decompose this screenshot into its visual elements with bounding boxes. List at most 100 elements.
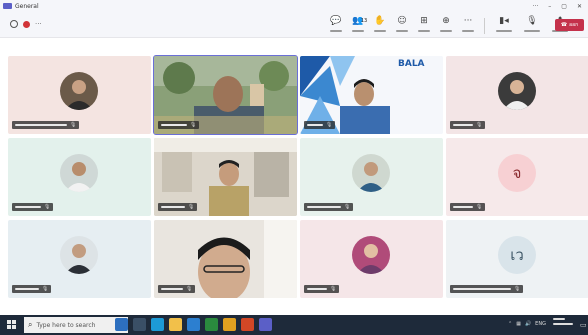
microphone-icon: 🎙 bbox=[330, 285, 337, 292]
brand-logo: BALA bbox=[398, 59, 425, 69]
reactions-icon: ☺ bbox=[397, 16, 407, 26]
participant-tile[interactable]: 🎙 bbox=[154, 138, 297, 216]
participant-name bbox=[161, 288, 183, 290]
edge-icon[interactable] bbox=[151, 318, 164, 331]
participant-name-tag: 🎙 bbox=[450, 285, 524, 293]
participant-name-tag: 🎙 bbox=[158, 203, 198, 211]
participant-name bbox=[15, 288, 39, 290]
task-view-icon[interactable] bbox=[133, 318, 146, 331]
raise-hand-icon: ✋ bbox=[374, 16, 386, 26]
microphone-icon: 🎙 bbox=[42, 285, 49, 292]
reactions-button[interactable]: ☺ bbox=[392, 16, 412, 34]
tool-caption bbox=[418, 30, 430, 32]
system-tray: ⌃ ▦ 🔊 ENG bbox=[508, 321, 546, 327]
microphone-icon: 🎙 bbox=[70, 121, 77, 128]
leave-button[interactable]: ☎ ออก bbox=[555, 19, 584, 31]
windows-start-icon[interactable] bbox=[7, 320, 16, 329]
phone-hangup-icon: ☎ bbox=[560, 22, 568, 28]
store-icon[interactable] bbox=[187, 318, 200, 331]
taskbar-clock[interactable] bbox=[553, 318, 573, 325]
participant-name-tag: 🎙 bbox=[304, 121, 336, 129]
more-actions-button[interactable]: ··· bbox=[458, 16, 478, 34]
participant-avatar bbox=[352, 154, 390, 192]
microphone-icon: 🎙 bbox=[44, 203, 51, 210]
participant-tile[interactable]: 🎙 bbox=[8, 56, 151, 134]
participant-tile[interactable]: 🎙 bbox=[446, 56, 588, 134]
microphone-icon: 🎙 bbox=[188, 203, 195, 210]
participant-name-tag: 🎙 bbox=[12, 121, 80, 129]
camera-button[interactable]: ▮◂ bbox=[491, 16, 517, 34]
search-icon: ⌕ bbox=[28, 320, 33, 329]
participant-tile[interactable]: 🎙 bbox=[153, 55, 298, 135]
file-explorer-icon[interactable] bbox=[169, 318, 182, 331]
chat-icon: 💬 bbox=[330, 16, 342, 26]
participant-initials: จ bbox=[498, 154, 536, 192]
participant-tile[interactable]: จ 🎙 bbox=[446, 138, 588, 216]
tool-caption bbox=[396, 30, 408, 32]
powerpoint-icon[interactable] bbox=[241, 318, 254, 331]
window-title: General bbox=[15, 2, 39, 10]
teams-icon[interactable] bbox=[259, 318, 272, 331]
title-bar: General ··· – ▢ ✕ bbox=[0, 0, 588, 12]
tool-caption bbox=[496, 30, 512, 32]
participant-name bbox=[161, 124, 187, 126]
participant-tile[interactable]: 🎙 bbox=[8, 220, 151, 298]
participant-name-tag: 🎙 bbox=[450, 121, 486, 129]
participant-tile[interactable]: 🎙 bbox=[300, 138, 443, 216]
taskbar-search-input[interactable]: ⌕ Type here to search bbox=[24, 317, 128, 333]
taskbar-apps bbox=[115, 318, 272, 331]
toolbar-actions: 💬👥13✋☺⊞⊕···▮◂🎙⬆ bbox=[326, 16, 575, 34]
participant-name bbox=[307, 288, 327, 290]
windows-taskbar: ⌕ Type here to search ⌃ ▦ 🔊 ENG ▭ bbox=[0, 315, 588, 335]
cortana-icon[interactable] bbox=[115, 318, 128, 331]
tool-caption bbox=[330, 30, 342, 32]
participant-name bbox=[307, 124, 323, 126]
recording-dot-icon bbox=[23, 20, 30, 28]
participant-avatar bbox=[60, 154, 98, 192]
participant-tile[interactable]: 🎙 bbox=[8, 138, 151, 216]
mail-icon[interactable] bbox=[205, 318, 218, 331]
more-actions-icon: ··· bbox=[463, 16, 473, 26]
network-icon[interactable]: ▦ bbox=[516, 321, 521, 327]
tool-caption bbox=[462, 30, 474, 32]
volume-icon[interactable]: 🔊 bbox=[525, 321, 531, 327]
apps-button[interactable]: ⊕ bbox=[436, 16, 456, 34]
participant-name bbox=[15, 124, 67, 126]
participant-avatar bbox=[60, 72, 98, 110]
view-grid-button[interactable]: ⊞ bbox=[414, 16, 434, 34]
close-icon[interactable]: ✕ bbox=[577, 3, 582, 10]
more-options-icon[interactable]: ··· bbox=[533, 3, 539, 10]
participant-name-tag: 🎙 bbox=[304, 285, 340, 293]
teams-logo-icon bbox=[3, 3, 12, 9]
maximize-icon[interactable]: ▢ bbox=[561, 3, 567, 10]
people-button[interactable]: 👥 13 bbox=[348, 16, 368, 34]
chat-button[interactable]: 💬 bbox=[326, 16, 346, 34]
participant-avatar bbox=[352, 236, 390, 274]
notification-icon[interactable]: ▭ bbox=[580, 321, 587, 329]
participant-tile[interactable]: BALA 🎙 bbox=[300, 56, 443, 134]
microphone-icon: 🎙 bbox=[514, 285, 521, 292]
more-dots-icon[interactable]: ··· bbox=[35, 20, 42, 28]
toolbar-divider bbox=[484, 18, 485, 34]
chrome-icon[interactable] bbox=[223, 318, 236, 331]
raise-hand-button[interactable]: ✋ bbox=[370, 16, 390, 34]
participant-tile[interactable]: เว 🎙 bbox=[446, 220, 588, 298]
tool-caption bbox=[440, 30, 452, 32]
language-indicator[interactable]: ENG bbox=[535, 321, 546, 327]
tool-caption bbox=[352, 30, 364, 32]
participant-initials: เว bbox=[498, 236, 536, 274]
participant-name bbox=[15, 206, 41, 208]
recording-indicator-icon bbox=[10, 20, 18, 28]
window-controls: ··· – ▢ ✕ bbox=[533, 3, 582, 10]
chevron-up-icon[interactable]: ⌃ bbox=[508, 321, 512, 327]
participant-tile[interactable]: 🎙 bbox=[154, 220, 297, 298]
participant-name-tag: 🎙 bbox=[450, 203, 486, 211]
participant-grid: 🎙 🎙 BALA 🎙 🎙 🎙 🎙 🎙 จ 🎙 🎙 🎙 🎙 เว 🎙 bbox=[0, 39, 588, 315]
microphone-button[interactable]: 🎙 bbox=[519, 16, 545, 34]
leave-label: ออก bbox=[569, 22, 579, 28]
meeting-toolbar: ··· 💬👥13✋☺⊞⊕···▮◂🎙⬆ ☎ ออก bbox=[0, 12, 588, 38]
participant-tile[interactable]: 🎙 bbox=[300, 220, 443, 298]
minimize-icon[interactable]: – bbox=[548, 3, 551, 10]
tool-caption bbox=[374, 30, 386, 32]
participant-name-tag: 🎙 bbox=[304, 203, 354, 211]
